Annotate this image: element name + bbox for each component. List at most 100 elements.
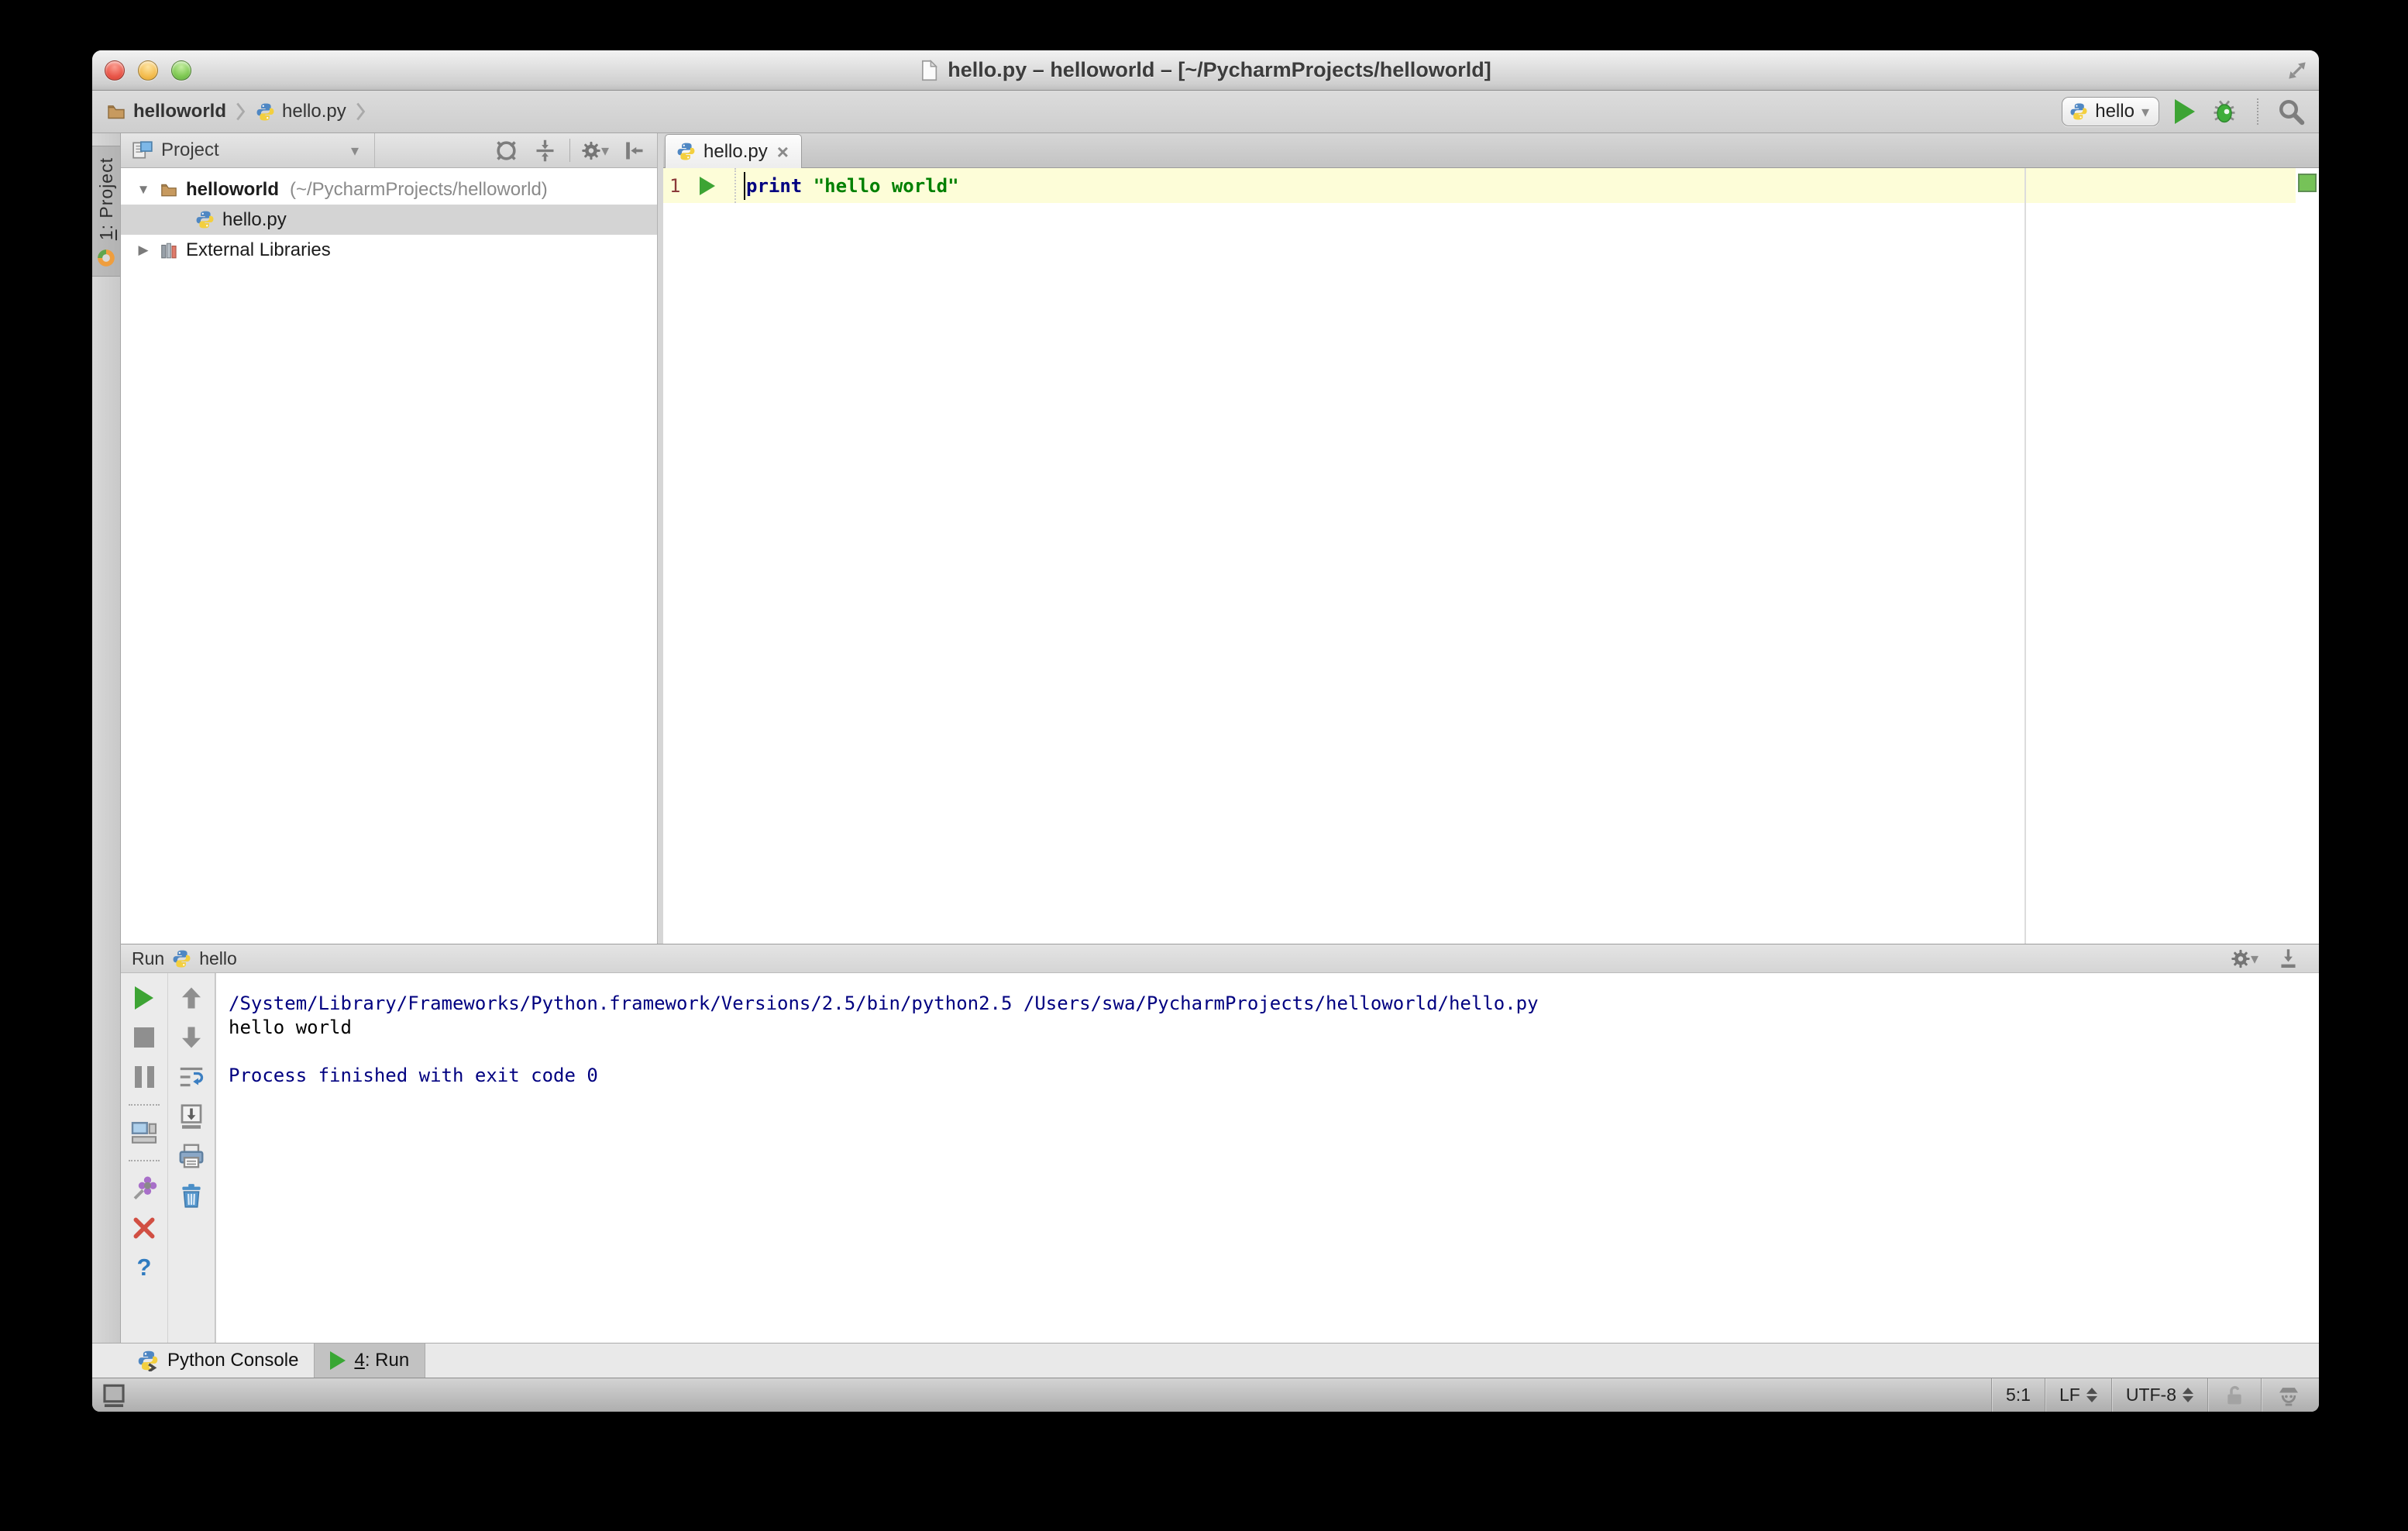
run-toolbar: ? — [121, 973, 168, 1343]
tab-hello-py[interactable]: hello.py × — [665, 134, 802, 168]
stepper-arrows-icon — [2183, 1388, 2193, 1402]
right-margin-guide — [2024, 168, 2026, 944]
settings-gear-button[interactable]: ▾ — [581, 136, 609, 164]
clear-console-button[interactable] — [177, 1182, 205, 1209]
hide-tool-window-button[interactable] — [2274, 944, 2302, 972]
encoding-widget[interactable]: UTF-8 — [2110, 1378, 2207, 1412]
python-icon — [2069, 102, 2088, 121]
tree-node-file[interactable]: hello.py — [121, 205, 657, 235]
settings-gear-button[interactable]: ▾ — [2231, 944, 2258, 972]
search-button[interactable] — [2277, 98, 2305, 126]
code-keyword: print — [746, 174, 803, 197]
collapse-all-button[interactable] — [531, 136, 559, 164]
help-button[interactable]: ? — [130, 1254, 158, 1282]
pause-output-button[interactable] — [130, 1063, 158, 1091]
breadcrumb-project[interactable]: helloworld — [106, 101, 226, 122]
hide-panel-button[interactable] — [620, 136, 648, 164]
close-window-button[interactable] — [105, 60, 125, 81]
run-configuration-selector[interactable]: hello ▾ — [2062, 97, 2159, 126]
bottom-tool-window-bar: Python Console 4: Run — [92, 1343, 2319, 1378]
project-view-selector[interactable]: Project ▾ — [121, 133, 375, 167]
console-toolbar — [168, 973, 215, 1343]
caret-position-widget[interactable]: 5:1 — [1991, 1378, 2045, 1412]
toolbar-separator — [129, 1160, 160, 1161]
chevron-down-icon: ▾ — [2141, 103, 2149, 121]
breadcrumb: helloworld hello.py — [106, 101, 368, 122]
fold-column — [724, 168, 736, 203]
libraries-icon — [160, 241, 178, 260]
project-tree: ▼ helloworld (~/PycharmProjects/hellowor… — [121, 168, 657, 944]
python-console-icon — [137, 1350, 159, 1371]
title-bar[interactable]: hello.py – helloworld – [~/PycharmProjec… — [92, 50, 2319, 91]
run-console-output[interactable]: /System/Library/Frameworks/Python.framew… — [215, 973, 2319, 1343]
run-config-tab-label[interactable]: hello — [199, 948, 237, 969]
tab-close-icon[interactable]: × — [776, 142, 790, 162]
tree-file-name: hello.py — [222, 208, 287, 230]
left-tool-strip: 1: Project — [92, 133, 121, 1343]
tree-node-external-libraries[interactable]: ▶ External Libraries — [121, 235, 657, 265]
run-panel-title: Run — [132, 948, 165, 968]
line-separator-widget[interactable]: LF — [2044, 1378, 2111, 1412]
navigation-bar: helloworld hello.py hello ▾ — [92, 91, 2319, 133]
code-string: "hello world" — [813, 174, 959, 197]
console-line: Process finished with exit code 0 — [229, 1065, 598, 1086]
next-trace-button[interactable] — [177, 1024, 205, 1051]
tree-node-root[interactable]: ▼ helloworld (~/PycharmProjects/hellowor… — [121, 174, 657, 205]
panel-splitter[interactable] — [658, 133, 663, 944]
editor-body[interactable]: 1 print "hello world" — [663, 168, 2319, 944]
prev-trace-button[interactable] — [177, 984, 205, 1012]
readonly-lock-widget[interactable] — [2207, 1378, 2261, 1412]
run-button[interactable] — [2175, 99, 2195, 124]
restore-layout-button[interactable] — [130, 1119, 158, 1147]
unlock-icon — [2222, 1383, 2247, 1408]
chevron-right-icon — [354, 101, 368, 122]
tree-root-name: helloworld — [186, 178, 279, 200]
tree-libraries-label: External Libraries — [186, 239, 331, 260]
tree-collapsed-icon[interactable]: ▶ — [135, 243, 152, 258]
project-panel: Project ▾ ▾ ▼ helloworld (~/PycharmProje… — [121, 133, 658, 944]
zoom-window-button[interactable] — [171, 60, 191, 81]
project-view-icon — [132, 140, 153, 160]
pin-tab-button[interactable] — [130, 1175, 158, 1202]
run-gutter-icon[interactable] — [691, 176, 724, 195]
breadcrumb-file[interactable]: hello.py — [256, 101, 346, 122]
console-line: hello world — [229, 1017, 352, 1038]
soft-wrap-button[interactable] — [177, 1063, 205, 1091]
rerun-button[interactable] — [130, 984, 158, 1012]
chevron-down-icon: ▾ — [350, 142, 359, 160]
tool-window-button-run[interactable]: 4: Run — [314, 1343, 426, 1378]
python-icon — [172, 949, 191, 968]
debug-button[interactable] — [2210, 98, 2238, 126]
console-line: /System/Library/Frameworks/Python.framew… — [229, 993, 1539, 1014]
close-tab-button[interactable] — [130, 1214, 158, 1242]
code-line-1[interactable]: 1 print "hello world" — [663, 168, 2296, 203]
project-button-label: 1: Project — [95, 157, 116, 241]
tool-window-button-python-console[interactable]: Python Console — [122, 1343, 314, 1378]
tool-window-button-project[interactable]: 1: Project — [92, 146, 120, 277]
minimize-window-button[interactable] — [138, 60, 158, 81]
project-panel-header: Project ▾ ▾ — [121, 133, 657, 168]
toggle-toolwindow-buttons-icon[interactable] — [100, 1381, 128, 1409]
pycharm-icon — [96, 248, 116, 268]
pycharm-window: hello.py – helloworld – [~/PycharmProjec… — [92, 50, 2319, 1412]
editor-tab-bar: hello.py × — [663, 133, 2319, 168]
inspection-status-indicator[interactable] — [2298, 174, 2317, 192]
line-number: 1 — [669, 174, 681, 197]
print-button[interactable] — [177, 1142, 205, 1170]
document-icon — [920, 60, 938, 81]
status-bar: 5:1 LF UTF-8 — [92, 1378, 2319, 1412]
stop-button[interactable] — [130, 1024, 158, 1051]
python-file-icon — [256, 102, 275, 122]
scroll-to-end-button[interactable] — [177, 1103, 205, 1130]
locate-file-button[interactable] — [492, 136, 520, 164]
chevron-down-icon: ▾ — [600, 142, 609, 160]
tree-expanded-icon[interactable]: ▼ — [135, 182, 152, 198]
chevron-right-icon — [234, 101, 248, 122]
editor-area: hello.py × 1 print "hello world" — [663, 133, 2319, 944]
tab-label: hello.py — [703, 140, 768, 162]
inspection-profile-widget[interactable] — [2261, 1378, 2319, 1412]
run-panel-header: Run hello ▾ — [121, 944, 2319, 973]
tree-root-path: (~/PycharmProjects/helloworld) — [290, 178, 548, 200]
resize-grip-icon[interactable] — [2285, 58, 2310, 83]
